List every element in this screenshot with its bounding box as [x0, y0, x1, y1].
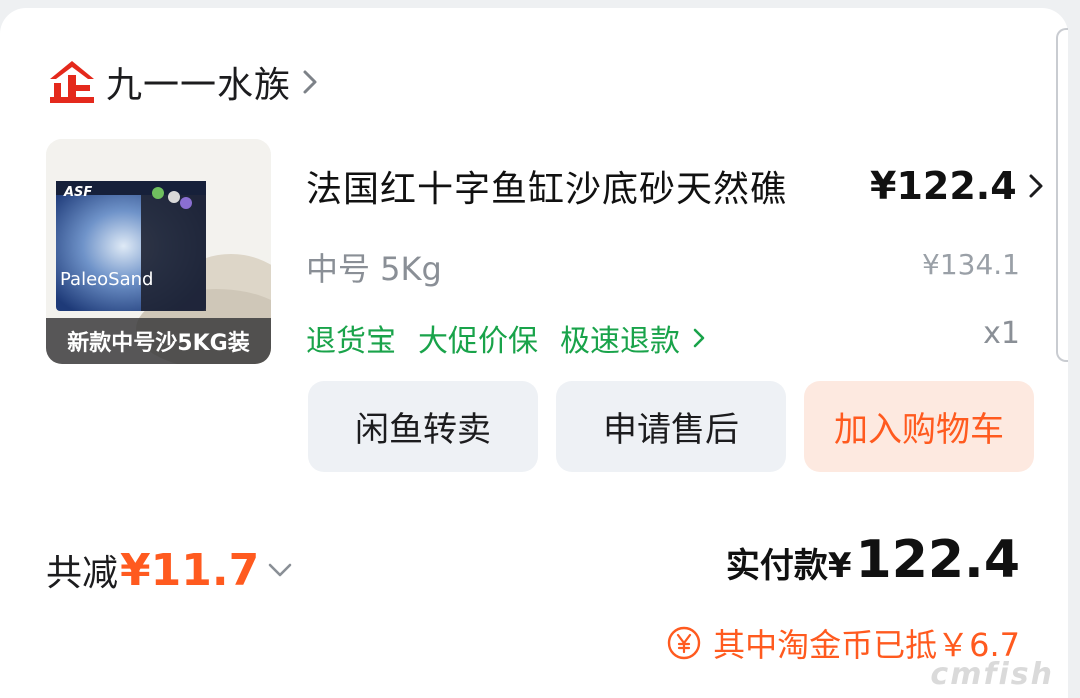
quantity: x1 [983, 316, 1020, 351]
image-brand-text: ASF [64, 185, 93, 200]
shop-header[interactable]: 九一一水族 [46, 58, 321, 106]
service-tag: 极速退款 [560, 324, 680, 359]
add-to-cart-button[interactable]: 加入购物车 [804, 381, 1034, 472]
amount-paid: 实付款¥ 122.4 [726, 530, 1020, 590]
chevron-right-icon [303, 70, 317, 94]
paid-label: 实付款¥ [725, 546, 852, 586]
chevron-right-icon [693, 328, 705, 348]
chevron-right-icon [1029, 174, 1043, 198]
price-value: ¥122.4 [870, 164, 1017, 208]
after-sales-button[interactable]: 申请售后 [556, 381, 786, 472]
chevron-down-icon [268, 563, 292, 577]
order-card: 九一一水族 ASF PaleoSand 新款中号沙5KG装 法国红十字鱼缸沙底砂… [0, 8, 1068, 698]
shop-name: 九一一水族 [106, 65, 292, 106]
tmall-enterprise-icon [50, 61, 94, 103]
product-thumbnail[interactable]: ASF PaleoSand 新款中号沙5KG装 [46, 139, 271, 364]
original-price: ¥134.1 [922, 248, 1020, 281]
discount-label: 共减 [46, 553, 119, 594]
image-product-text: PaleoSand [60, 269, 154, 290]
product-title[interactable]: 法国红十字鱼缸沙底砂天然礁 [306, 160, 787, 212]
watermark: cmfish [930, 657, 1054, 692]
service-tags[interactable]: 退货宝 大促价保 极速退款 [306, 316, 706, 360]
coin-icon [667, 626, 701, 660]
discount-summary[interactable]: 共减 ¥11.7 [46, 544, 293, 596]
image-caption: 新款中号沙5KG装 [46, 318, 271, 364]
discount-value: ¥11.7 [120, 545, 260, 596]
product-price[interactable]: ¥122.4 [870, 164, 1045, 208]
scroll-edge [1056, 28, 1068, 362]
service-tag: 退货宝 [306, 324, 396, 359]
paid-value: 122.4 [855, 530, 1020, 590]
service-tag: 大促价保 [418, 324, 538, 359]
product-variant: 中号 5Kg [306, 250, 442, 288]
resale-button[interactable]: 闲鱼转卖 [308, 381, 538, 472]
